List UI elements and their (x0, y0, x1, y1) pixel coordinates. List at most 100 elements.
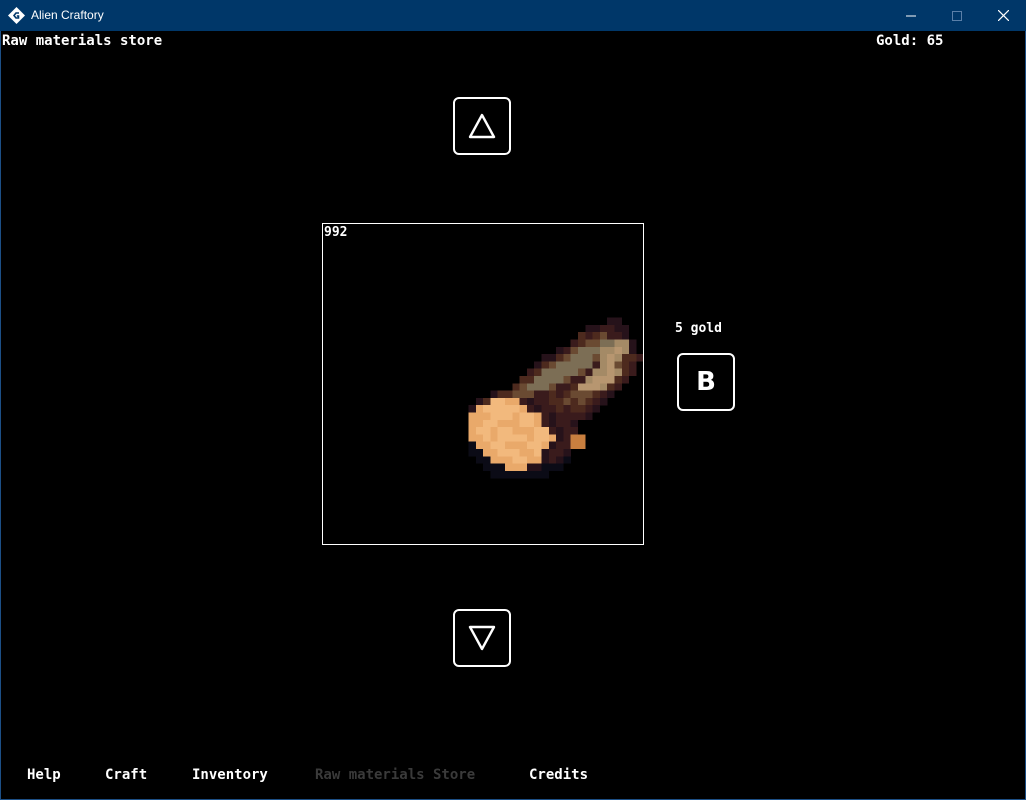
log-pixel (548, 441, 557, 450)
maximize-button[interactable] (934, 0, 980, 31)
log-pixel (599, 332, 608, 340)
log-pixel (526, 383, 535, 391)
log-pixel (497, 441, 506, 450)
log-pixel (541, 449, 549, 457)
log-pixel (475, 456, 484, 464)
nav-help[interactable]: Help (27, 767, 61, 783)
log-pixel (526, 376, 535, 384)
log-pixel (621, 376, 630, 384)
log-pixel (541, 427, 549, 435)
log-pixel (592, 332, 600, 340)
log-pixel (534, 456, 542, 464)
log-pixel (614, 376, 622, 384)
log-pixel (541, 412, 549, 420)
log-pixel (578, 354, 586, 362)
log-pixel (548, 390, 557, 398)
log-pixel (497, 456, 506, 464)
nav-craft[interactable]: Craft (105, 767, 147, 783)
log-pixel (468, 441, 476, 450)
log-pixel (519, 449, 527, 457)
log-pixel (578, 383, 586, 391)
log-pixel (570, 383, 579, 391)
log-pixel (563, 390, 571, 398)
log-pixel (607, 354, 615, 362)
log-pixel (607, 332, 615, 340)
minimize-button[interactable] (888, 0, 934, 31)
log-pixel (519, 456, 527, 464)
log-pixel (505, 441, 513, 450)
previous-item-button[interactable] (453, 97, 511, 155)
log-pixel (556, 368, 564, 377)
log-pixel (578, 441, 586, 450)
log-pixel (512, 383, 520, 391)
log-pixel (629, 339, 637, 347)
log-pixel (505, 397, 513, 406)
log-pixel (607, 324, 615, 333)
nav-raw-materials-store[interactable]: Raw materials Store (315, 767, 475, 783)
log-pixel (526, 456, 535, 464)
log-pixel (578, 368, 586, 377)
nav-credits[interactable]: Credits (529, 767, 588, 783)
log-pixel (534, 376, 542, 384)
log-pixel (541, 470, 549, 479)
log-pixel (556, 390, 564, 398)
log-pixel (592, 397, 600, 406)
log-pixel (526, 470, 535, 479)
log-pixel (563, 397, 571, 406)
log-pixel (585, 368, 593, 377)
log-pixel (599, 346, 608, 355)
log-pixel (614, 332, 622, 340)
log-pixel (629, 346, 637, 355)
nav-inventory[interactable]: Inventory (192, 767, 268, 783)
close-icon (997, 10, 1009, 21)
gold-counter: Gold: 65 (876, 33, 944, 49)
buy-button[interactable]: B (677, 353, 735, 411)
maximize-icon (952, 10, 962, 21)
screen-title: Raw materials store (2, 33, 163, 49)
log-pixel (490, 456, 498, 464)
log-pixel (570, 368, 579, 377)
log-pixel (607, 390, 615, 398)
log-pixel (475, 405, 484, 413)
log-pixel (548, 368, 557, 377)
close-button[interactable] (980, 0, 1026, 31)
log-pixel (497, 397, 506, 406)
log-pixel (548, 427, 557, 435)
log-pixel (578, 361, 586, 369)
log-pixel (599, 324, 608, 333)
log-pixel (585, 383, 593, 391)
log-pixel (512, 427, 520, 435)
log-pixel (563, 456, 571, 464)
log-pixel (534, 470, 542, 479)
log-pixel (629, 361, 637, 369)
log-pixel (578, 412, 586, 420)
bottom-nav: Help Craft Inventory Raw materials Store… (1, 767, 1025, 791)
log-pixel (592, 354, 600, 362)
log-pixel (526, 434, 535, 442)
log-pixel (512, 470, 520, 479)
log-pixel (556, 434, 564, 442)
log-pixel (541, 456, 549, 464)
next-item-button[interactable] (453, 609, 511, 667)
log-pixel (563, 383, 571, 391)
log-pixel (578, 339, 586, 347)
log-pixel (570, 441, 579, 450)
log-pixel (475, 441, 484, 450)
log-pixel (483, 405, 491, 413)
log-pixel (592, 376, 600, 384)
log-pixel (505, 405, 513, 413)
log-pixel (607, 346, 615, 355)
log-pixel (541, 368, 549, 377)
log-pixel (534, 397, 542, 406)
log-pixel (519, 441, 527, 450)
log-pixel (585, 361, 593, 369)
log-pixel (556, 427, 564, 435)
log-pixel (497, 405, 506, 413)
log-pixel (483, 463, 491, 471)
log-pixel (614, 324, 622, 333)
log-pixel (607, 383, 615, 391)
log-pixel (621, 339, 630, 347)
log-pixel (541, 361, 549, 369)
log-pixel (548, 463, 557, 471)
log-pixel (490, 449, 498, 457)
